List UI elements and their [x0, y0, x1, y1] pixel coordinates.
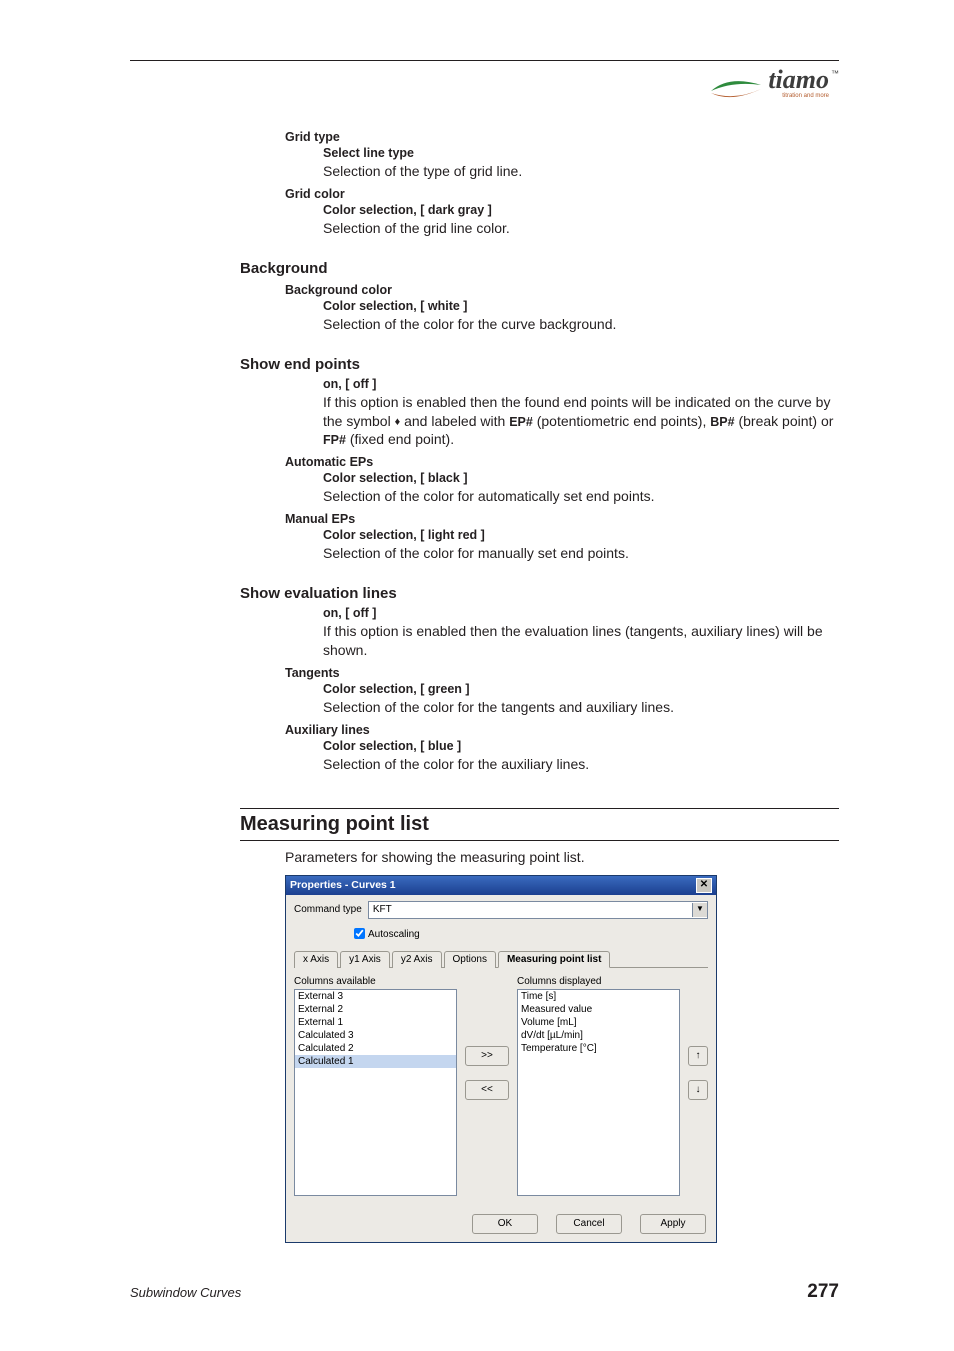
bgcolor-desc: Selection of the color for the curve bac… [323, 315, 839, 334]
eval-opt: on, [ off ] [323, 606, 839, 620]
cancel-button[interactable]: Cancel [556, 1214, 622, 1234]
logo-text: tiamo [768, 65, 829, 95]
list-item[interactable]: Calculated 3 [295, 1029, 456, 1042]
dialog-titlebar[interactable]: Properties - Curves 1 ✕ [286, 876, 716, 895]
list-item[interactable]: Calculated 1 [295, 1055, 456, 1068]
grid-color-desc: Selection of the grid line color. [323, 219, 839, 238]
aux-label: Auxiliary lines [285, 723, 839, 737]
tab-options[interactable]: Options [444, 951, 496, 968]
list-item[interactable]: Volume [mL] [518, 1016, 679, 1029]
manual-eps-desc: Selection of the color for manually set … [323, 544, 839, 563]
bgcolor-label: Background color [285, 283, 839, 297]
top-rule [130, 60, 839, 61]
grid-color-label: Grid color [285, 187, 839, 201]
avail-label: Columns available [294, 976, 457, 987]
close-icon[interactable]: ✕ [696, 878, 712, 893]
auto-eps-desc: Selection of the color for automatically… [323, 487, 839, 506]
chevron-down-icon[interactable]: ▼ [692, 903, 707, 917]
logo-tm: ™ [831, 69, 839, 78]
endpoints-desc: If this option is enabled then the found… [323, 393, 839, 450]
bp-label: BP# [710, 415, 734, 429]
list-item[interactable]: Time [s] [518, 990, 679, 1003]
remove-button[interactable]: << [465, 1080, 509, 1100]
mpl-heading: Measuring point list [240, 808, 839, 841]
add-button[interactable]: >> [465, 1046, 509, 1066]
list-item[interactable]: External 3 [295, 990, 456, 1003]
autoscaling-label: Autoscaling [368, 929, 420, 940]
autoscaling-input[interactable] [354, 928, 365, 939]
footer-title: Subwindow Curves [130, 1285, 241, 1300]
list-item[interactable]: External 2 [295, 1003, 456, 1016]
background-heading: Background [240, 260, 839, 277]
command-type-value: KFT [373, 904, 392, 915]
autoscaling-checkbox[interactable]: Autoscaling [350, 929, 420, 940]
tab-mpl[interactable]: Measuring point list [498, 951, 610, 968]
eval-heading: Show evaluation lines [240, 585, 839, 602]
bgcolor-opt: Color selection, [ white ] [323, 299, 839, 313]
disp-label: Columns displayed [517, 976, 680, 987]
list-item[interactable]: External 1 [295, 1016, 456, 1029]
aux-opt: Color selection, [ blue ] [323, 739, 839, 753]
grid-type-opt: Select line type [323, 146, 839, 160]
list-item[interactable]: dV/dt [µL/min] [518, 1029, 679, 1042]
grid-color-opt: Color selection, [ dark gray ] [323, 203, 839, 217]
list-item[interactable]: Measured value [518, 1003, 679, 1016]
command-type-combo[interactable]: KFT ▼ [368, 901, 708, 919]
ok-button[interactable]: OK [472, 1214, 538, 1234]
tangents-opt: Color selection, [ green ] [323, 682, 839, 696]
available-listbox[interactable]: External 3 External 2 External 1 Calcula… [294, 989, 457, 1196]
ep-label: EP# [509, 415, 533, 429]
properties-dialog: Properties - Curves 1 ✕ Command type KFT… [285, 875, 717, 1243]
tab-y1axis[interactable]: y1 Axis [340, 951, 390, 968]
endpoints-heading: Show end points [240, 356, 839, 373]
aux-desc: Selection of the color for the auxiliary… [323, 755, 839, 774]
endpoints-desc3: (potentiometric end points), [533, 413, 710, 429]
endpoints-desc4: (break point) or [735, 413, 834, 429]
auto-eps-opt: Color selection, [ black ] [323, 471, 839, 485]
endpoints-desc2: and labeled with [400, 413, 509, 429]
page-number: 277 [807, 1281, 839, 1303]
eval-desc: If this option is enabled then the evalu… [323, 622, 839, 660]
fp-label: FP# [323, 433, 346, 447]
apply-button[interactable]: Apply [640, 1214, 706, 1234]
endpoints-desc5: (fixed end point). [346, 431, 454, 447]
list-item[interactable]: Calculated 2 [295, 1042, 456, 1055]
tangents-label: Tangents [285, 666, 839, 680]
command-type-label: Command type [294, 904, 362, 915]
grid-type-desc: Selection of the type of grid line. [323, 162, 839, 181]
tangents-desc: Selection of the color for the tangents … [323, 698, 839, 717]
move-down-button[interactable]: ↓ [688, 1080, 708, 1100]
mpl-intro: Parameters for showing the measuring poi… [285, 849, 839, 865]
auto-eps-label: Automatic EPs [285, 455, 839, 469]
tab-bar: x Axis y1 Axis y2 Axis Options Measuring… [294, 950, 708, 968]
manual-eps-label: Manual EPs [285, 512, 839, 526]
brand-logo: tiamo ™ titration and more [709, 69, 839, 109]
manual-eps-opt: Color selection, [ light red ] [323, 528, 839, 542]
tab-xaxis[interactable]: x Axis [294, 951, 338, 968]
tab-y2axis[interactable]: y2 Axis [392, 951, 442, 968]
move-up-button[interactable]: ↑ [688, 1046, 708, 1066]
list-item[interactable]: Temperature [°C] [518, 1042, 679, 1055]
logo-swoosh-icon [709, 79, 763, 101]
displayed-listbox[interactable]: Time [s] Measured value Volume [mL] dV/d… [517, 989, 680, 1196]
dialog-title: Properties - Curves 1 [290, 879, 396, 891]
endpoints-opt: on, [ off ] [323, 377, 839, 391]
grid-type-label: Grid type [285, 130, 839, 144]
logo-tagline: titration and more [782, 93, 829, 99]
